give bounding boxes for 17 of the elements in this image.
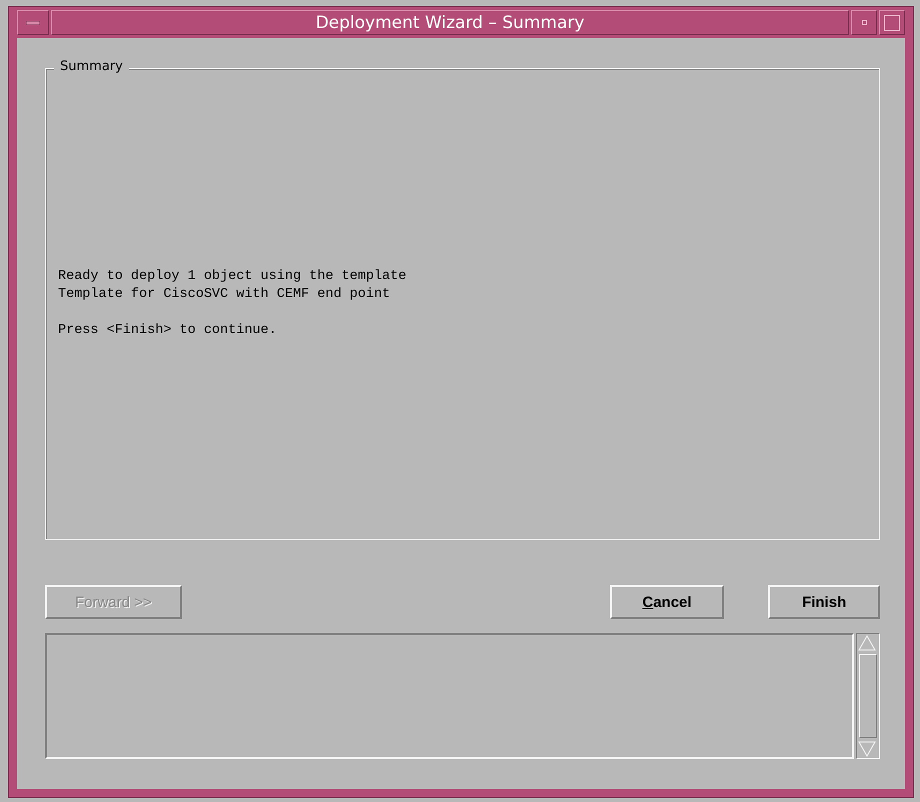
minimize-button[interactable] <box>851 10 877 35</box>
maximize-button[interactable] <box>879 10 905 35</box>
scroll-down-icon[interactable] <box>857 740 877 758</box>
window-title: Deployment Wizard – Summary <box>51 10 849 35</box>
dialog-button[interactable]: Finish <box>768 585 880 619</box>
menu-bar-icon <box>26 20 40 24</box>
summary-text: Template for CiscoSVC with CEMF end point <box>58 286 392 304</box>
summary-text: Ready to deploy 1 object using the template <box>58 268 408 286</box>
scroll-thumb[interactable] <box>859 654 877 738</box>
window-menu-button[interactable] <box>17 10 49 35</box>
dialog-button[interactable]: Cancel <box>610 585 724 619</box>
minimize-icon <box>862 20 866 25</box>
summary-text: Press <Finish> to continue. <box>58 322 278 340</box>
scroll-up-icon[interactable] <box>857 634 877 652</box>
group-label: Summary <box>54 59 129 74</box>
maximize-icon <box>884 14 900 30</box>
scrollbar[interactable] <box>856 633 880 759</box>
